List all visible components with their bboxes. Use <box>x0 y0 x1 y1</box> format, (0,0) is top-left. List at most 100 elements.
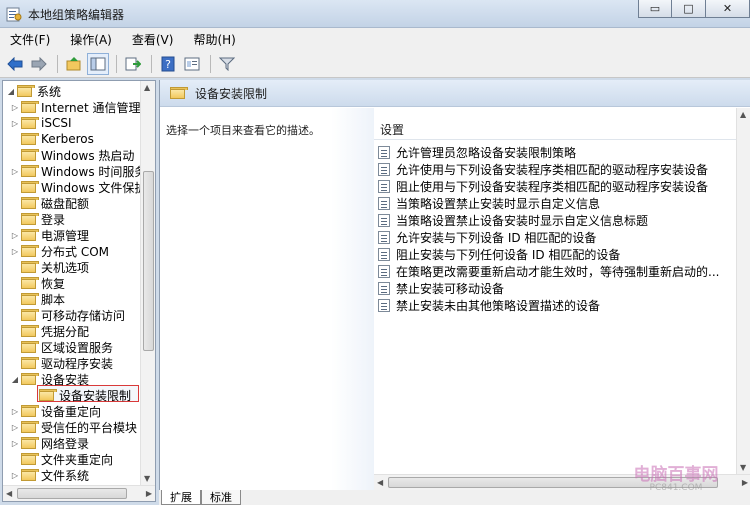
tree-item[interactable]: 凭据分配 <box>9 323 89 339</box>
tree-item[interactable]: 可移动存储访问 <box>9 307 125 323</box>
filter-button[interactable] <box>216 53 238 75</box>
export-list-button[interactable] <box>122 53 144 75</box>
tree-item[interactable]: Windows 文件保护 <box>9 179 141 195</box>
navigation-tree[interactable]: ◢ 系统 ▷ Internet 通信管理 ▷ iSCSI Kerberos Windows 热… <box>2 80 156 502</box>
tree-item[interactable]: 登录 <box>9 211 65 227</box>
policy-setting-icon <box>378 214 390 227</box>
toolbar-separator <box>151 54 152 73</box>
tree-item[interactable]: 区域设置服务 <box>9 339 113 355</box>
tree-item[interactable]: ◢ 设备安装 <box>9 371 89 387</box>
minimize-button[interactable]: ▭ <box>638 0 672 18</box>
scroll-left-icon[interactable]: ◀ <box>6 489 12 498</box>
settings-vertical-scrollbar[interactable]: ▲ ▼ <box>736 108 750 474</box>
tree-item[interactable]: 驱动程序安装 <box>9 355 113 371</box>
tree-item[interactable]: 磁盘配额 <box>9 195 89 211</box>
details-title: 设备安装限制 <box>195 86 268 101</box>
folder-icon <box>21 213 39 225</box>
tree-item[interactable]: ▷ 电源管理 <box>9 227 89 243</box>
tree-item[interactable]: Kerberos <box>9 131 94 147</box>
setting-label: 允许使用与下列设备安装程序类相匹配的驱动程序安装设备 <box>396 163 709 177</box>
tree-item[interactable]: ▷ iSCSI <box>9 115 72 131</box>
tree-item-label: iSCSI <box>41 116 72 130</box>
tree-vertical-scroll-thumb[interactable] <box>143 171 154 351</box>
setting-row[interactable]: 允许安装与下列设备 ID 相匹配的设备 <box>378 229 596 246</box>
tree-vertical-scrollbar[interactable]: ▲ ▼ <box>140 81 155 485</box>
expand-arrow-icon[interactable]: ▷ <box>9 103 21 112</box>
maximize-icon: □ <box>683 2 694 15</box>
expand-arrow-icon[interactable]: ▷ <box>9 231 21 240</box>
collapse-arrow-icon[interactable]: ◢ <box>5 87 17 96</box>
setting-row[interactable]: 阻止使用与下列设备安装程序类相匹配的驱动程序安装设备 <box>378 178 708 195</box>
tree-item-label: 网络登录 <box>41 436 90 451</box>
tree-item[interactable]: 恢复 <box>9 275 65 291</box>
collapse-arrow-icon[interactable]: ◢ <box>9 375 21 384</box>
tree-item-label: 受信任的平台模块 <box>41 420 138 435</box>
tree-item[interactable]: Windows 热启动 <box>9 147 134 163</box>
up-level-button[interactable] <box>63 53 85 75</box>
menu-file[interactable]: 文件(F) <box>4 29 56 50</box>
expand-arrow-icon[interactable]: ▷ <box>9 471 21 480</box>
expand-arrow-icon[interactable]: ▷ <box>9 407 21 416</box>
expand-arrow-icon[interactable]: ▷ <box>9 423 21 432</box>
folder-icon <box>21 133 39 145</box>
scroll-down-icon[interactable]: ▼ <box>144 474 150 483</box>
expand-arrow-icon[interactable]: ▷ <box>9 247 21 256</box>
tree-item[interactable]: 文件夹重定向 <box>9 451 113 467</box>
setting-row[interactable]: 禁止安装未由其他策略设置描述的设备 <box>378 297 600 314</box>
close-button[interactable]: ✕ <box>706 0 750 18</box>
properties-button[interactable] <box>181 53 203 75</box>
tree-item[interactable]: ▷ 网络登录 <box>9 435 89 451</box>
expand-arrow-icon[interactable]: ▷ <box>9 439 21 448</box>
folder-icon <box>21 405 39 417</box>
folder-icon <box>21 453 39 465</box>
setting-row[interactable]: 当策略设置禁止设备安装时显示自定义信息标题 <box>378 212 648 229</box>
scroll-up-icon[interactable]: ▲ <box>740 110 746 119</box>
tree-item-label: 文件系统 <box>41 468 90 483</box>
tree-item[interactable]: 脚本 <box>9 291 65 307</box>
tab-extended[interactable]: 扩展 <box>161 490 201 505</box>
expand-arrow-icon[interactable]: ▷ <box>9 119 21 128</box>
setting-row[interactable]: 在策略更改需要重新启动才能生效时，等待强制重新启动的... <box>378 263 719 280</box>
settings-list[interactable]: 设置 ▲ ▼ ◀ ▶ 允许管理员忽略设备安装限制策略 允许使用与下列设备安装程序类… <box>374 108 750 490</box>
tree-item[interactable]: ▷ 设备重定向 <box>9 403 101 419</box>
setting-row[interactable]: 禁止安装可移动设备 <box>378 280 504 297</box>
show-hide-tree-button[interactable] <box>87 52 109 75</box>
policy-editor-icon <box>6 7 22 22</box>
tree-item-label: Windows 文件保护 <box>41 180 141 195</box>
tree-item[interactable]: ▷ Windows 时间服务 <box>9 163 141 179</box>
tree-item-selected[interactable]: 设备安装限制 <box>39 387 131 403</box>
setting-row[interactable]: 允许使用与下列设备安装程序类相匹配的驱动程序安装设备 <box>378 161 708 178</box>
scroll-up-icon[interactable]: ▲ <box>144 83 150 92</box>
tree-horizontal-scrollbar[interactable]: ◀ ▶ <box>3 485 155 501</box>
description-text: 选择一个项目来查看它的描述。 <box>166 124 320 137</box>
policy-setting-icon <box>378 163 390 176</box>
folder-icon <box>21 149 39 161</box>
tree-item[interactable]: ◢ 系统 <box>5 83 61 99</box>
scroll-right-icon[interactable]: ▶ <box>146 489 152 498</box>
tree-item[interactable]: ▷ 文件系统 <box>9 467 89 483</box>
menu-view[interactable]: 查看(V) <box>126 29 180 50</box>
scroll-left-icon[interactable]: ◀ <box>377 478 383 487</box>
forward-button[interactable] <box>28 53 50 75</box>
tree-item[interactable]: ▷ 受信任的平台模块 <box>9 419 137 435</box>
setting-row[interactable]: 允许管理员忽略设备安装限制策略 <box>378 144 576 161</box>
policy-setting-icon <box>378 231 390 244</box>
tab-standard[interactable]: 标准 <box>201 490 241 505</box>
tree-item-label: Windows 热启动 <box>41 148 135 163</box>
help-button[interactable]: ? <box>157 53 179 75</box>
toolbar-separator <box>116 54 117 73</box>
tree-horizontal-scroll-thumb[interactable] <box>17 488 127 499</box>
menu-help[interactable]: 帮助(H) <box>187 29 241 50</box>
menu-bar: 文件(F) 操作(A) 查看(V) 帮助(H) <box>0 28 750 50</box>
setting-row[interactable]: 当策略设置禁止安装时显示自定义信息 <box>378 195 600 212</box>
setting-row[interactable]: 阻止安装与下列任何设备 ID 相匹配的设备 <box>378 246 620 263</box>
menu-action[interactable]: 操作(A) <box>64 29 118 50</box>
tree-item[interactable]: 关机选项 <box>9 259 89 275</box>
column-header-setting[interactable]: 设置 <box>374 120 736 140</box>
tree-item[interactable]: ▷ Internet 通信管理 <box>9 99 141 115</box>
setting-label: 禁止安装可移动设备 <box>396 282 505 296</box>
expand-arrow-icon[interactable]: ▷ <box>9 167 21 176</box>
tree-item[interactable]: ▷ 分布式 COM <box>9 243 109 259</box>
back-button[interactable] <box>4 53 26 75</box>
maximize-button[interactable]: □ <box>672 0 706 18</box>
